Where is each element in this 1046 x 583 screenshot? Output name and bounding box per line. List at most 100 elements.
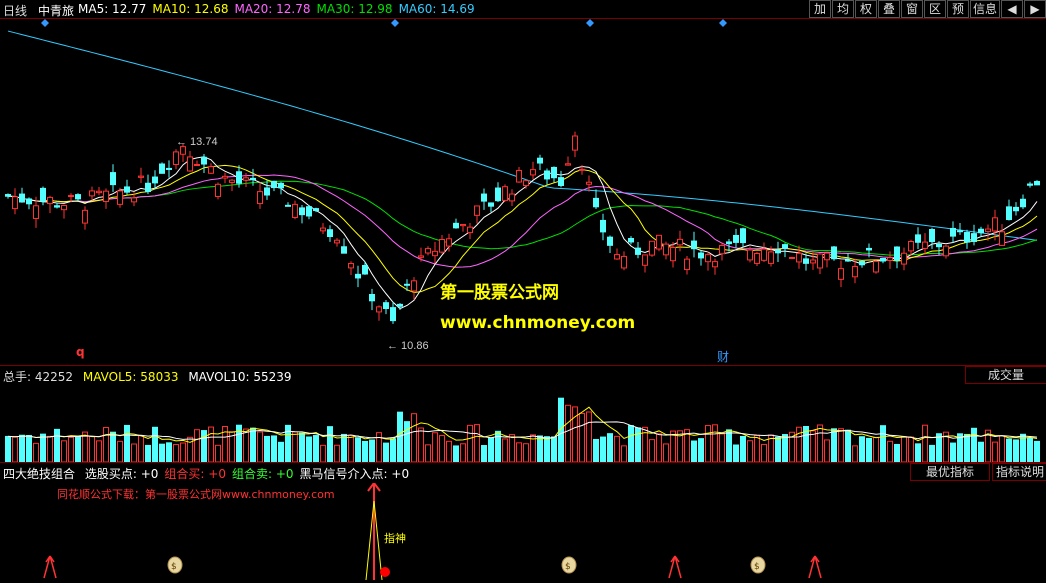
volume-bar bbox=[33, 442, 39, 462]
toolbar-button[interactable]: 权 bbox=[854, 0, 877, 18]
candle-body bbox=[411, 280, 417, 292]
toolbar-button[interactable]: 信息 bbox=[969, 0, 1000, 18]
candle-body bbox=[397, 303, 403, 307]
volume-bar bbox=[908, 436, 914, 462]
candle-body bbox=[1013, 206, 1019, 212]
candle-body bbox=[530, 169, 536, 176]
volume-bar bbox=[341, 433, 347, 462]
volume-bar bbox=[873, 436, 879, 462]
arrow-right-button[interactable]: ▶ bbox=[1024, 0, 1046, 18]
ma-readout: MA5: 12.77 bbox=[78, 2, 147, 16]
period-label[interactable]: 日线 bbox=[3, 2, 27, 19]
divider bbox=[0, 462, 1046, 463]
event-diamond-icon bbox=[719, 19, 727, 27]
volume-bar bbox=[12, 436, 18, 462]
tab-volume[interactable]: 成交量 bbox=[965, 366, 1046, 384]
candle-body bbox=[467, 226, 473, 234]
candle-body bbox=[68, 195, 74, 198]
volume-bar bbox=[124, 424, 130, 462]
volume-bar bbox=[68, 436, 74, 462]
volume-bar bbox=[600, 436, 606, 462]
candle-body bbox=[789, 256, 795, 259]
volume-bar bbox=[747, 440, 753, 462]
ma30-line bbox=[7, 180, 1038, 256]
volume-bar bbox=[313, 435, 319, 462]
candle-body bbox=[971, 233, 977, 242]
candle-body bbox=[810, 259, 816, 264]
volume-bar bbox=[649, 439, 655, 462]
best-indicator-button[interactable]: 最优指标 bbox=[910, 463, 990, 481]
candle-body bbox=[908, 241, 914, 252]
candle-body bbox=[614, 254, 620, 260]
candle-body bbox=[404, 283, 410, 286]
candle-body bbox=[866, 247, 872, 251]
candle-body bbox=[726, 241, 732, 245]
toolbar-button[interactable]: 叠 bbox=[877, 0, 900, 18]
volume-bar bbox=[1013, 439, 1019, 462]
candle-body bbox=[761, 248, 767, 261]
candle-body bbox=[19, 193, 25, 203]
candle-body bbox=[663, 243, 669, 256]
candle-body bbox=[138, 175, 144, 178]
candle-body bbox=[635, 247, 641, 255]
volume-bar bbox=[754, 434, 760, 462]
volume-bar bbox=[348, 434, 354, 462]
volume-bar bbox=[656, 433, 662, 462]
volume-bar bbox=[593, 438, 599, 462]
watermark-url: www.chnmoney.com bbox=[440, 313, 636, 333]
volume-bar bbox=[775, 436, 781, 462]
volume-bar bbox=[355, 437, 361, 462]
indicator-chart: $ $ $ bbox=[43, 483, 822, 581]
toolbar-button[interactable]: 区 bbox=[923, 0, 946, 18]
volume-bar bbox=[621, 445, 627, 462]
toolbar-button[interactable]: 均 bbox=[831, 0, 854, 18]
candle-body bbox=[705, 254, 711, 263]
toolbar-button[interactable]: 预 bbox=[946, 0, 969, 18]
candle-body bbox=[936, 243, 942, 248]
volume-bar bbox=[446, 440, 452, 462]
event-diamond-icon bbox=[586, 19, 594, 27]
volume-bar bbox=[5, 435, 11, 462]
buy-arrow-icon bbox=[668, 555, 682, 579]
volume-bar bbox=[47, 435, 53, 462]
volume-bar bbox=[887, 440, 893, 462]
candle-body bbox=[12, 196, 18, 210]
candle-body bbox=[1034, 180, 1040, 186]
candle-body bbox=[985, 228, 991, 233]
volume-bar bbox=[187, 436, 193, 462]
candle-body bbox=[341, 246, 347, 254]
candle-body bbox=[481, 193, 487, 202]
volume-bar bbox=[61, 440, 67, 462]
ma-readout: MA20: 12.78 bbox=[234, 2, 311, 16]
volume-bar bbox=[1034, 440, 1040, 462]
candle-body bbox=[544, 170, 550, 180]
volume-bar bbox=[117, 440, 123, 462]
event-diamond-icon bbox=[391, 19, 399, 27]
candle-body bbox=[306, 206, 312, 217]
candle-body bbox=[278, 182, 284, 189]
toolbar-button[interactable]: 窗 bbox=[900, 0, 923, 18]
candle-body bbox=[642, 254, 648, 266]
candle-body bbox=[852, 265, 858, 278]
toolbar-button[interactable]: 加 bbox=[808, 0, 831, 18]
ma-readouts: MA5: 12.77 MA10: 12.68 MA20: 12.78 MA30: 12… bbox=[78, 2, 481, 16]
volume-bar bbox=[138, 435, 144, 462]
volume-bar bbox=[54, 428, 60, 462]
candle-body bbox=[992, 217, 998, 232]
candle-body bbox=[425, 248, 431, 254]
divider bbox=[0, 365, 1046, 366]
volume-bar bbox=[537, 435, 543, 462]
candle-body bbox=[82, 209, 88, 224]
candle-body bbox=[285, 204, 291, 207]
candle-body bbox=[453, 222, 459, 229]
candle-body bbox=[957, 230, 963, 233]
money-bag-icon: $ bbox=[171, 562, 177, 572]
candle-body bbox=[999, 231, 1005, 246]
candle-body bbox=[390, 307, 396, 322]
candle-body bbox=[271, 180, 277, 189]
arrow-left-button[interactable]: ◀ bbox=[1001, 0, 1023, 18]
volume-bar bbox=[453, 445, 459, 462]
indicator-help-button[interactable]: 指标说明 bbox=[992, 463, 1046, 481]
candle-body bbox=[229, 179, 235, 183]
candle-body bbox=[208, 166, 214, 174]
